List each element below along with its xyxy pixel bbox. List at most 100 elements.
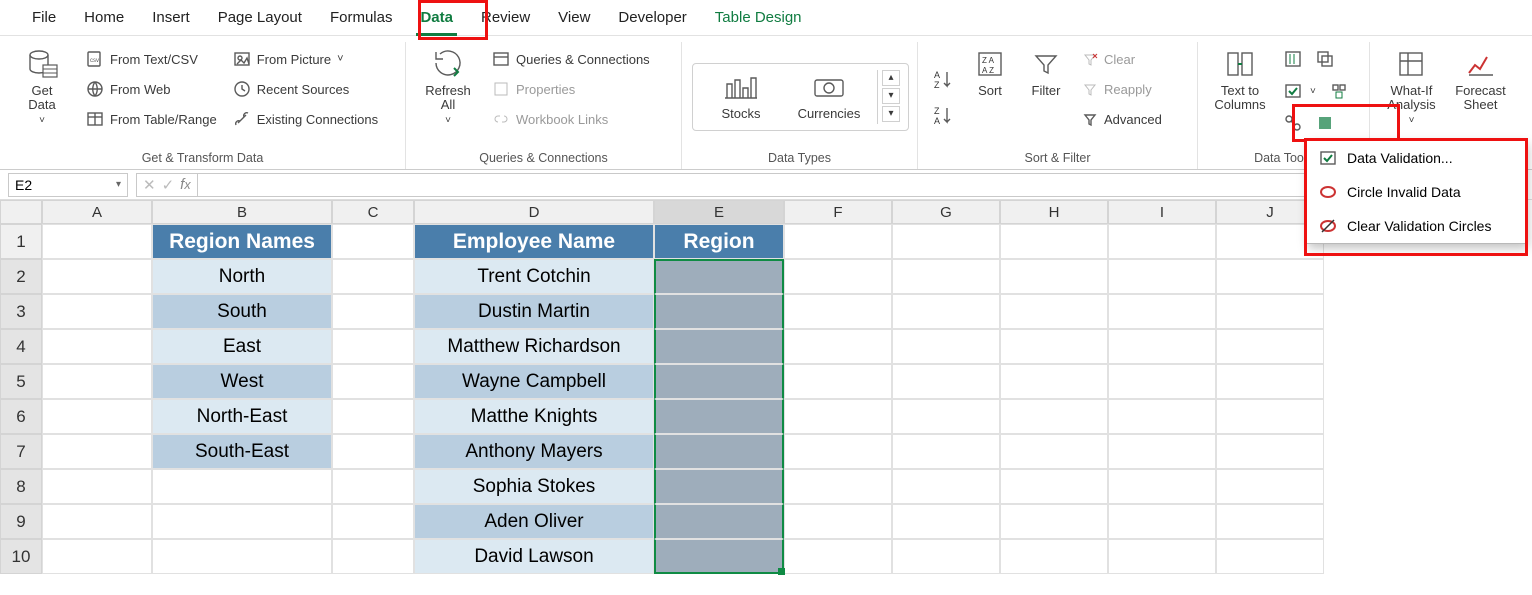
tab-data[interactable]: Data xyxy=(406,0,467,36)
from-text-csv-button[interactable]: csv From Text/CSV xyxy=(82,46,221,72)
col-header-C[interactable]: C xyxy=(332,200,414,224)
cell-G1[interactable] xyxy=(892,224,1000,259)
cell-C3[interactable] xyxy=(332,294,414,329)
cell-A10[interactable] xyxy=(42,539,152,574)
cell-B2[interactable]: North xyxy=(152,259,332,294)
stocks-type[interactable]: Stocks xyxy=(701,72,781,121)
tab-page-layout[interactable]: Page Layout xyxy=(204,0,316,36)
cell-D1[interactable]: Employee Name xyxy=(414,224,654,259)
sort-az-button[interactable]: AZ xyxy=(928,66,958,92)
cell-A5[interactable] xyxy=(42,364,152,399)
cell-D2[interactable]: Trent Cotchin xyxy=(414,259,654,294)
existing-connections-button[interactable]: Existing Connections xyxy=(229,106,382,132)
cell-C7[interactable] xyxy=(332,434,414,469)
consolidate-button[interactable] xyxy=(1326,78,1352,104)
cell-D5[interactable]: Wayne Campbell xyxy=(414,364,654,399)
col-header-A[interactable]: A xyxy=(42,200,152,224)
row-header-9[interactable]: 9 xyxy=(0,504,42,539)
cell-J8[interactable] xyxy=(1216,469,1324,504)
row-header-10[interactable]: 10 xyxy=(0,539,42,574)
cell-H1[interactable] xyxy=(1000,224,1108,259)
text-to-columns-button[interactable]: Text to Columns xyxy=(1208,46,1272,147)
cell-B3[interactable]: South xyxy=(152,294,332,329)
cell-E9[interactable] xyxy=(654,504,784,539)
tab-table-design[interactable]: Table Design xyxy=(701,0,816,36)
cell-D3[interactable]: Dustin Martin xyxy=(414,294,654,329)
gallery-more-icon[interactable]: ▾ xyxy=(882,106,900,122)
col-header-G[interactable]: G xyxy=(892,200,1000,224)
data-validation-button[interactable]: ˅ xyxy=(1280,78,1320,104)
tab-developer[interactable]: Developer xyxy=(604,0,700,36)
enter-formula-button[interactable]: ✓ xyxy=(162,176,175,194)
col-header-H[interactable]: H xyxy=(1000,200,1108,224)
cell-J4[interactable] xyxy=(1216,329,1324,364)
col-header-B[interactable]: B xyxy=(152,200,332,224)
cell-B5[interactable]: West xyxy=(152,364,332,399)
cell-D7[interactable]: Anthony Mayers xyxy=(414,434,654,469)
cell-I7[interactable] xyxy=(1108,434,1216,469)
cell-J7[interactable] xyxy=(1216,434,1324,469)
cell-G8[interactable] xyxy=(892,469,1000,504)
cell-F6[interactable] xyxy=(784,399,892,434)
row-header-3[interactable]: 3 xyxy=(0,294,42,329)
cell-F5[interactable] xyxy=(784,364,892,399)
cell-E3[interactable] xyxy=(654,294,784,329)
cell-G3[interactable] xyxy=(892,294,1000,329)
sort-button[interactable]: Z AA Z Sort xyxy=(966,46,1014,147)
queries-connections-button[interactable]: Queries & Connections xyxy=(488,46,654,72)
cell-J10[interactable] xyxy=(1216,539,1324,574)
row-header-2[interactable]: 2 xyxy=(0,259,42,294)
cell-G2[interactable] xyxy=(892,259,1000,294)
menu-data-validation[interactable]: Data Validation... xyxy=(1307,141,1525,175)
cell-F7[interactable] xyxy=(784,434,892,469)
cell-B7[interactable]: South-East xyxy=(152,434,332,469)
gallery-scroll[interactable]: ▴ ▾ ▾ xyxy=(877,70,900,124)
select-all-corner[interactable] xyxy=(0,200,42,224)
cell-B6[interactable]: North-East xyxy=(152,399,332,434)
col-header-D[interactable]: D xyxy=(414,200,654,224)
remove-duplicates-button[interactable] xyxy=(1312,46,1338,72)
cell-C5[interactable] xyxy=(332,364,414,399)
tab-home[interactable]: Home xyxy=(70,0,138,36)
cell-B10[interactable] xyxy=(152,539,332,574)
filter-button[interactable]: Filter xyxy=(1022,46,1070,147)
cell-F3[interactable] xyxy=(784,294,892,329)
row-header-1[interactable]: 1 xyxy=(0,224,42,259)
cell-E7[interactable] xyxy=(654,434,784,469)
cell-F1[interactable] xyxy=(784,224,892,259)
cell-G7[interactable] xyxy=(892,434,1000,469)
chevron-down-icon[interactable]: ▾ xyxy=(116,179,121,190)
cell-H3[interactable] xyxy=(1000,294,1108,329)
col-header-I[interactable]: I xyxy=(1108,200,1216,224)
cell-F8[interactable] xyxy=(784,469,892,504)
tab-insert[interactable]: Insert xyxy=(138,0,204,36)
menu-clear-circles[interactable]: Clear Validation Circles xyxy=(1307,209,1525,243)
cell-G4[interactable] xyxy=(892,329,1000,364)
cell-J5[interactable] xyxy=(1216,364,1324,399)
cell-C2[interactable] xyxy=(332,259,414,294)
cell-C6[interactable] xyxy=(332,399,414,434)
cell-D6[interactable]: Matthe Knights xyxy=(414,399,654,434)
cell-A9[interactable] xyxy=(42,504,152,539)
cell-H7[interactable] xyxy=(1000,434,1108,469)
tab-view[interactable]: View xyxy=(544,0,604,36)
cell-C10[interactable] xyxy=(332,539,414,574)
row-header-7[interactable]: 7 xyxy=(0,434,42,469)
cell-J2[interactable] xyxy=(1216,259,1324,294)
cell-D10[interactable]: David Lawson xyxy=(414,539,654,574)
name-box[interactable]: E2 ▾ xyxy=(8,173,128,197)
cell-I1[interactable] xyxy=(1108,224,1216,259)
cell-H10[interactable] xyxy=(1000,539,1108,574)
row-header-8[interactable]: 8 xyxy=(0,469,42,504)
refresh-all-button[interactable]: Refresh All ˅ xyxy=(416,46,480,147)
cell-B8[interactable] xyxy=(152,469,332,504)
cell-J6[interactable] xyxy=(1216,399,1324,434)
data-types-gallery[interactable]: Stocks Currencies ▴ ▾ ▾ xyxy=(692,63,909,131)
cell-F2[interactable] xyxy=(784,259,892,294)
cell-E4[interactable] xyxy=(654,329,784,364)
cell-A3[interactable] xyxy=(42,294,152,329)
cell-H9[interactable] xyxy=(1000,504,1108,539)
cell-J3[interactable] xyxy=(1216,294,1324,329)
tab-file[interactable]: File xyxy=(18,0,70,36)
from-web-button[interactable]: From Web xyxy=(82,76,221,102)
